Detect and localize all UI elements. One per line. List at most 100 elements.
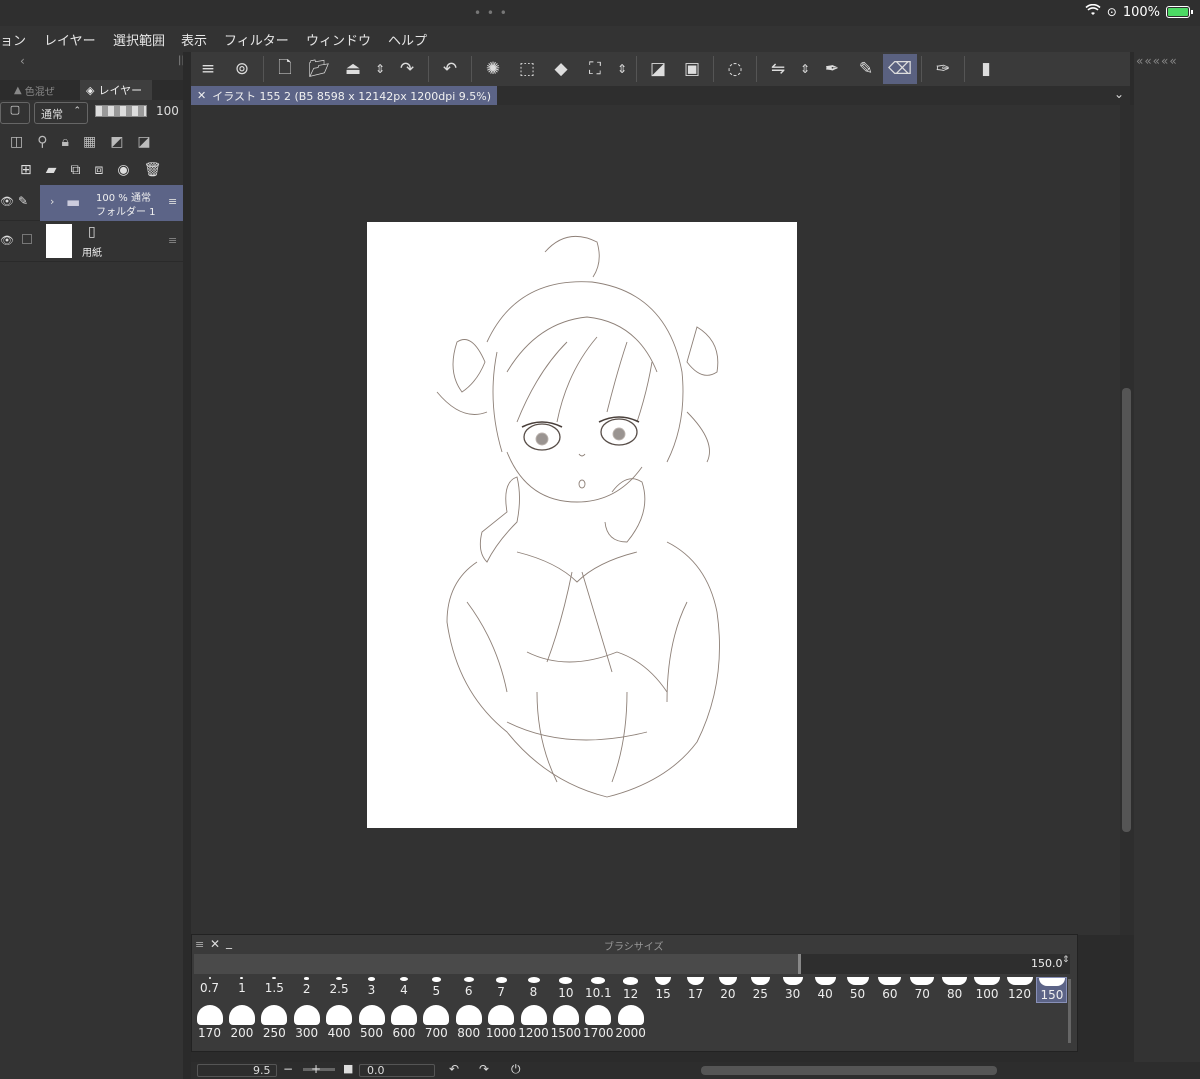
brush-size-option[interactable]: 20: [712, 977, 743, 1003]
brush-size-option[interactable]: 12: [615, 977, 646, 1003]
eye-icon[interactable]: 👁︎: [0, 234, 14, 247]
collapse-panel-icon[interactable]: ‹: [20, 54, 25, 68]
brush-size-option[interactable]: 10: [550, 977, 581, 1003]
menu-item-filter[interactable]: フィルター: [224, 30, 289, 49]
close-icon[interactable]: ✕: [210, 937, 220, 951]
document-tab[interactable]: ✕ イラスト 155 2 (B5 8598 x 12142px 1200dpi …: [191, 86, 498, 105]
panel-divider[interactable]: [183, 52, 191, 1079]
menu-item-window[interactable]: ウィンドウ: [306, 30, 371, 49]
zoom-in-icon[interactable]: +: [311, 1062, 321, 1076]
brush-size-option[interactable]: 2000: [615, 1005, 646, 1043]
pen-icon[interactable]: ✒: [815, 54, 849, 84]
blend-mode-select[interactable]: 通常 ⌃: [34, 102, 88, 124]
selection-border-icon[interactable]: ▣: [675, 54, 709, 84]
mask-add-icon[interactable]: ◉: [117, 162, 129, 178]
eyedropper-icon[interactable]: ✑: [926, 54, 960, 84]
copy-layer-icon[interactable]: ⧉: [71, 162, 81, 178]
layer-row-paper[interactable]: 👁︎ ▯ 用紙 ≡: [0, 222, 183, 262]
brush-size-option[interactable]: 1200: [518, 1005, 549, 1043]
brush-size-option[interactable]: 400: [324, 1005, 355, 1043]
chevron-down-icon[interactable]: ⌄: [1114, 87, 1124, 101]
minimize-icon[interactable]: _: [226, 935, 232, 949]
scrollbar-thumb[interactable]: [1122, 388, 1131, 832]
opacity-value[interactable]: 100: [156, 104, 179, 118]
brush-size-option[interactable]: 10.1: [583, 977, 614, 1003]
eye-icon[interactable]: 👁︎: [0, 195, 14, 208]
brush-size-option[interactable]: 170: [194, 1005, 225, 1043]
stepper-icon[interactable]: ⇕: [1062, 955, 1070, 965]
invert-selection-icon[interactable]: ◪: [641, 54, 675, 84]
brush-size-option[interactable]: 2.5: [324, 977, 355, 1003]
checkbox-icon[interactable]: [22, 234, 32, 244]
brush-panel-scrollbar[interactable]: [1068, 979, 1071, 1043]
menu-item-animation[interactable]: ョン: [0, 30, 26, 49]
brush-size-option[interactable]: 70: [907, 977, 938, 1003]
eraser-icon[interactable]: ⌫: [883, 54, 917, 84]
expand-chevron-icon[interactable]: ›: [50, 195, 54, 208]
brush-size-option[interactable]: 5: [421, 977, 452, 1003]
fit-icon[interactable]: ■: [343, 1062, 353, 1075]
brush-size-option[interactable]: 15: [648, 977, 679, 1003]
brush-size-option[interactable]: 60: [874, 977, 905, 1003]
brush-size-option[interactable]: 500: [356, 1005, 387, 1043]
mask-icon[interactable]: ◩: [110, 134, 123, 150]
merge-layer-icon[interactable]: ⧈: [95, 162, 104, 178]
brush-size-option[interactable]: 1700: [583, 1005, 614, 1043]
brush-size-option[interactable]: 700: [421, 1005, 452, 1043]
brush-size-option[interactable]: 8: [518, 977, 549, 1003]
brush-size-option[interactable]: 1: [226, 977, 257, 1003]
menu-item-selection[interactable]: 選択範囲: [113, 30, 165, 49]
fill-icon[interactable]: ◆: [544, 54, 578, 84]
reference-icon[interactable]: ⚲: [37, 134, 47, 150]
layer-menu-icon[interactable]: ≡: [168, 234, 177, 247]
brush-size-option[interactable]: 6: [453, 977, 484, 1003]
lock-icon[interactable]: 🔒︎: [62, 134, 69, 150]
mask-toggle-icon[interactable]: ◪: [137, 134, 150, 150]
brush-size-option[interactable]: 150: [1036, 977, 1068, 1003]
stepper-icon[interactable]: ⇕: [370, 54, 390, 84]
menu-item-view[interactable]: 表示: [181, 30, 207, 49]
brush-size-option[interactable]: 25: [745, 977, 776, 1003]
stepper-icon[interactable]: ⇕: [612, 54, 632, 84]
brush-size-option[interactable]: 300: [291, 1005, 322, 1043]
brush-size-option[interactable]: 4: [388, 977, 419, 1003]
loading-icon[interactable]: ✺: [476, 54, 510, 84]
close-tab-icon[interactable]: ✕: [197, 89, 206, 102]
pen-edit-icon[interactable]: ✎: [18, 194, 28, 208]
brush-size-option[interactable]: 1.5: [259, 977, 290, 1003]
opacity-slider[interactable]: [95, 105, 147, 117]
brush-size-option[interactable]: 50: [842, 977, 873, 1003]
open-file-icon[interactable]: 📂︎: [302, 54, 336, 84]
stepper-icon[interactable]: ⇕: [795, 54, 815, 84]
brush-size-option[interactable]: 30: [777, 977, 808, 1003]
brush-size-option[interactable]: 250: [259, 1005, 290, 1043]
expand-panels-icon[interactable]: «««««: [1136, 54, 1178, 68]
zoom-out-icon[interactable]: −: [283, 1062, 293, 1076]
brush-size-option[interactable]: 120: [1004, 977, 1035, 1003]
brush-size-option[interactable]: 7: [486, 977, 517, 1003]
brush-size-option[interactable]: 0.7: [194, 977, 225, 1003]
brush-size-option[interactable]: 600: [388, 1005, 419, 1043]
tab-color-mix[interactable]: ▲ 色混ぜ: [14, 81, 78, 99]
tab-layer[interactable]: ◈ レイヤー: [80, 80, 152, 100]
brush-size-option[interactable]: 100: [972, 977, 1003, 1003]
brush-size-option[interactable]: 1000: [486, 1005, 517, 1043]
panel-menu-icon[interactable]: ≡: [195, 938, 204, 951]
pencil-icon[interactable]: ✎: [849, 54, 883, 84]
rotate-right-icon[interactable]: ↷: [479, 1062, 489, 1076]
multitask-dots-icon[interactable]: • • •: [474, 6, 508, 20]
new-folder-icon[interactable]: ▰: [46, 162, 57, 178]
menu-item-help[interactable]: ヘルプ: [388, 30, 427, 49]
transform-icon[interactable]: ⛶: [578, 54, 612, 84]
horizontal-scrollbar[interactable]: [701, 1066, 997, 1075]
redo-icon[interactable]: ↷: [390, 54, 424, 84]
brush-size-option[interactable]: 17: [680, 977, 711, 1003]
layer-menu-icon[interactable]: ≡: [168, 195, 177, 208]
brush-size-option[interactable]: 800: [453, 1005, 484, 1043]
new-file-icon[interactable]: 🗋︎: [268, 54, 302, 84]
brush-size-option[interactable]: 80: [939, 977, 970, 1003]
brush-size-option[interactable]: 200: [226, 1005, 257, 1043]
lasso-icon[interactable]: ◌: [718, 54, 752, 84]
brush-size-option[interactable]: 2: [291, 977, 322, 1003]
rotation-value[interactable]: 0.0: [367, 1064, 385, 1077]
